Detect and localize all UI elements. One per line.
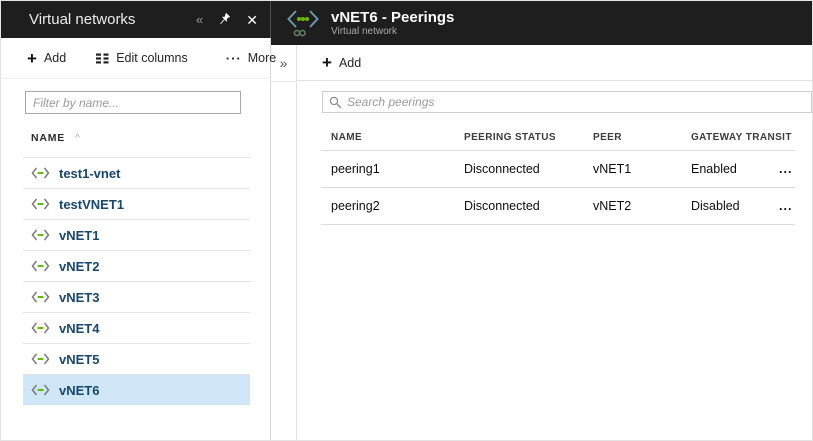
list-item-label: vNET1 [59,228,99,243]
search-peerings-input[interactable] [322,91,812,113]
close-blade-icon[interactable]: ✕ [246,13,258,27]
cell-name: peering1 [331,151,380,188]
virtual-network-icon [31,353,50,365]
sort-ascending-icon: ^ [75,133,81,144]
search-icon [329,96,342,109]
cell-name: peering2 [331,188,380,225]
list-item-label: vNET4 [59,321,99,336]
blade-subtitle: Virtual network [331,26,454,38]
azure-portal-window: Virtual networks « ✕ + Add [0,0,813,441]
column-header-peering-status: PEERING STATUS [464,132,556,143]
filter-by-name-input[interactable] [25,91,241,114]
list-item-label: vNET5 [59,352,99,367]
virtual-networks-list: test1-vnet testVNET1 vNET1 vNET2 vNET3 v… [23,157,250,405]
cell-peering-status: Disconnected [464,188,540,225]
list-item-test1-vnet[interactable]: test1-vnet [23,157,250,188]
list-item-vNET5[interactable]: vNET5 [23,343,250,374]
column-header-peer: PEER [593,132,622,143]
column-header-gateway-transit: GATEWAY TRANSIT [691,132,792,143]
list-item-label: vNET2 [59,259,99,274]
list-item-vNET6-selected[interactable]: vNET6 [23,374,250,405]
pin-icon[interactable] [218,12,231,27]
virtual-network-peering-icon [285,8,321,38]
list-item-label: test1-vnet [59,166,120,181]
row-context-menu-icon[interactable]: ... [779,151,792,188]
cell-gateway-transit: Disabled [691,188,740,225]
table-row-peering1[interactable]: peering1 Disconnected vNET1 Enabled ... [321,151,795,188]
virtual-network-icon [31,384,50,396]
add-vnet-button[interactable]: + Add [27,50,66,67]
list-item-testVNET1[interactable]: testVNET1 [23,188,250,219]
list-item-label: testVNET1 [59,197,124,212]
pin-icon-glyph [218,12,231,25]
virtual-networks-blade: + Add Edit columns ··· More [1,38,271,440]
virtual-network-icon [31,291,50,303]
list-item-vNET3[interactable]: vNET3 [23,281,250,312]
virtual-network-icon [31,198,50,210]
plus-icon: + [27,50,37,67]
collapse-blade-icon[interactable]: « [196,13,203,26]
virtual-network-icon [31,322,50,334]
blade-title: Virtual networks [29,11,181,28]
table-row-peering2[interactable]: peering2 Disconnected vNET2 Disabled ... [321,188,795,225]
search-peerings-box [322,91,812,113]
add-peering-button[interactable]: + Add [322,54,361,71]
peerings-toolbar: + Add [297,45,812,81]
virtual-networks-blade-header: Virtual networks « ✕ [1,1,271,38]
edit-columns-button[interactable]: Edit columns [96,51,188,65]
list-item-vNET4[interactable]: vNET4 [23,312,250,343]
row-context-menu-icon[interactable]: ... [779,188,792,225]
blade-title: vNET6 - Peerings [331,9,454,26]
peerings-table-header: NAME PEERING STATUS PEER GATEWAY TRANSIT [321,124,795,151]
cell-peer: vNET2 [593,188,631,225]
list-item-label: vNET6 [59,383,99,398]
list-item-vNET1[interactable]: vNET1 [23,219,250,250]
peerings-content: + Add NAME PEERING STATUS PEER [297,45,812,440]
virtual-networks-toolbar: + Add Edit columns ··· More [1,38,270,79]
cell-peer: vNET1 [593,151,631,188]
ellipsis-icon: ··· [226,51,242,66]
virtual-network-icon [31,260,50,272]
collapsed-blade-rail: » [271,45,297,440]
peerings-blade: vNET6 - Peerings Virtual network » + Add [271,1,812,440]
column-header-name: NAME [331,132,362,143]
list-item-vNET2[interactable]: vNET2 [23,250,250,281]
virtual-network-icon [31,229,50,241]
name-column-header[interactable]: NAME ^ [31,132,101,144]
plus-icon: + [322,54,332,71]
more-button[interactable]: ··· More [226,51,276,66]
peerings-blade-header: vNET6 - Peerings Virtual network [271,1,812,45]
list-item-label: vNET3 [59,290,99,305]
columns-icon [96,53,109,64]
expand-blade-icon[interactable]: » [280,55,288,71]
peerings-table: NAME PEERING STATUS PEER GATEWAY TRANSIT… [321,124,795,225]
cell-gateway-transit: Enabled [691,151,737,188]
virtual-network-icon [31,167,50,179]
cell-peering-status: Disconnected [464,151,540,188]
